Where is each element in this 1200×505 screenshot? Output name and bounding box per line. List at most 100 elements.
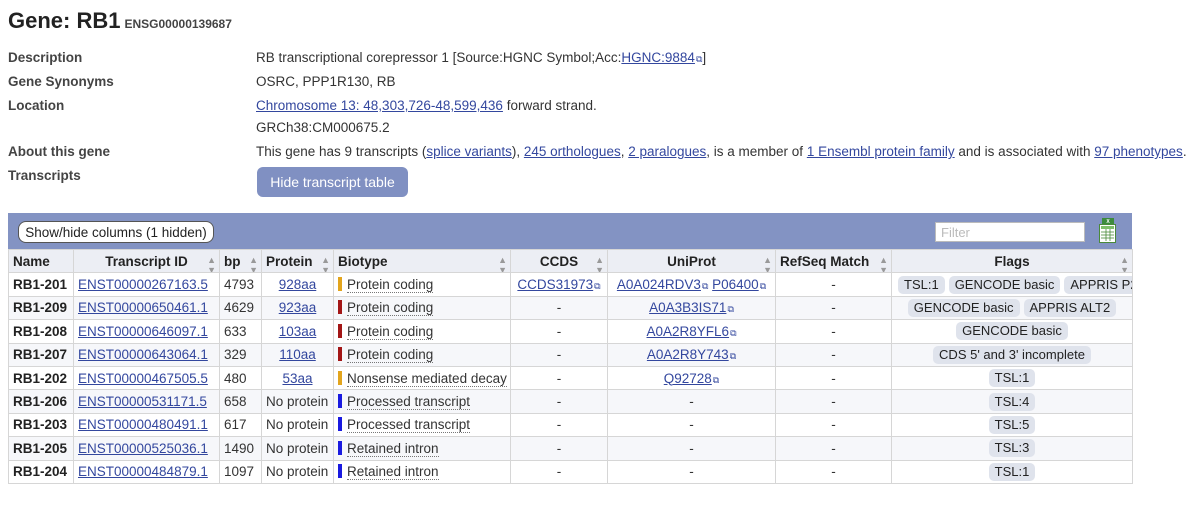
transcript-id-link[interactable]: ENST00000484879.1 xyxy=(78,464,208,479)
transcript-id-link[interactable]: ENST00000531171.5 xyxy=(78,394,207,409)
uniprot-link[interactable]: Q92728 xyxy=(664,371,712,386)
refseq-value: - xyxy=(775,295,892,321)
sort-icon: ▲ ▼ xyxy=(207,255,216,273)
transcript-id-cell: ENST00000650461.1 xyxy=(73,295,220,321)
col-header-bp[interactable]: bp ▲ ▼ xyxy=(219,248,262,274)
paralogues-link[interactable]: 2 paralogues xyxy=(628,144,706,159)
sort-icon: ▲ ▼ xyxy=(595,255,604,273)
protein-link[interactable]: 928aa xyxy=(279,277,317,292)
uniprot-link[interactable]: A0A2R8Y743 xyxy=(647,347,729,362)
uniprot-link[interactable]: P06400 xyxy=(712,277,759,292)
uniprot-link[interactable]: A0A024RDV3 xyxy=(617,277,701,292)
transcripts-label: Transcripts xyxy=(8,168,81,183)
col-header-transcript-id[interactable]: Transcript ID ▲ ▼ xyxy=(73,248,220,274)
splice-variants-link[interactable]: splice variants xyxy=(426,144,512,159)
uniprot-value: - xyxy=(689,417,694,433)
ccds-value: - xyxy=(556,347,562,363)
biotype-cell: Retained intron xyxy=(333,436,511,461)
table-row: RB1-206 ENST00000531171.5 658 No protein Pro… xyxy=(8,389,1133,414)
uniprot-link[interactable]: A0A2R8YFL6 xyxy=(647,324,730,339)
ccds-value: - xyxy=(556,300,562,316)
flags-cell: GENCODE basic APPRIS ALT2 xyxy=(891,295,1133,321)
phenotypes-link[interactable]: 97 phenotypes xyxy=(1094,144,1183,159)
ccds-cell: - xyxy=(510,342,608,367)
protein-cell: 923aa xyxy=(261,295,334,321)
orthologues-link[interactable]: 245 orthologues xyxy=(524,144,621,159)
ccds-value: - xyxy=(556,464,562,480)
location-label: Location xyxy=(8,98,65,113)
table-row: RB1-208 ENST00000646097.1 633 103aa Protein … xyxy=(8,319,1133,344)
col-header-name[interactable]: Name xyxy=(8,248,74,274)
transcript-id-link[interactable]: ENST00000480491.1 xyxy=(78,417,208,432)
protein-link[interactable]: 923aa xyxy=(279,300,317,315)
uniprot-cell: - xyxy=(607,412,776,438)
protein-cell: 53aa xyxy=(261,365,334,391)
protein-cell: 103aa xyxy=(261,319,334,344)
uniprot-link[interactable]: A0A3B3IS71 xyxy=(649,300,726,315)
ccds-cell: CCDS31973⧉ xyxy=(510,272,608,297)
external-link-icon: ⧉ xyxy=(730,327,737,338)
ccds-value: - xyxy=(556,440,562,456)
transcript-id-link[interactable]: ENST00000650461.1 xyxy=(78,300,208,315)
sort-icon: ▲ ▼ xyxy=(321,255,330,273)
about-text: and is associated with xyxy=(954,144,1095,159)
transcript-name: RB1-204 xyxy=(8,459,74,484)
col-header-biotype[interactable]: Biotype ▲ ▼ xyxy=(333,248,511,274)
table-row: RB1-204 ENST00000484879.1 1097 No protein Re… xyxy=(8,459,1133,484)
refseq-value: - xyxy=(775,342,892,367)
uniprot-value: - xyxy=(689,464,694,480)
flags-cell: CDS 5' and 3' incomplete xyxy=(891,342,1133,367)
transcript-id-link[interactable]: ENST00000646097.1 xyxy=(78,324,208,339)
refseq-value: - xyxy=(775,459,892,484)
transcript-name: RB1-202 xyxy=(8,365,74,391)
biotype-cell: Processed transcript xyxy=(333,389,511,414)
gene-id: ENSG00000139687 xyxy=(124,17,232,31)
transcript-id-link[interactable]: ENST00000643064.1 xyxy=(78,347,208,362)
table-row: RB1-203 ENST00000480491.1 617 No protein Pro… xyxy=(8,412,1133,438)
transcript-name: RB1-203 xyxy=(8,412,74,438)
flag-badge: TSL:1 xyxy=(898,275,945,294)
ccds-link[interactable]: CCDS31973 xyxy=(517,277,593,292)
col-header-label: bp xyxy=(224,253,241,269)
uniprot-cell: - xyxy=(607,389,776,414)
col-header-ccds[interactable]: CCDS ▲ ▼ xyxy=(510,248,608,274)
show-hide-columns-button[interactable]: Show/hide columns (1 hidden) xyxy=(18,221,214,243)
flag-badge: GENCODE basic xyxy=(907,298,1020,317)
uniprot-cell: - xyxy=(607,436,776,461)
flags-cell: TSL:1 xyxy=(891,459,1133,484)
transcript-id-link[interactable]: ENST00000267163.5 xyxy=(78,277,208,292)
flag-badge: TSL:1 xyxy=(988,462,1036,481)
assembly-value: GRCh38:CM000675.2 xyxy=(256,120,390,135)
hide-transcript-table-button[interactable]: Hide transcript table xyxy=(257,167,408,197)
ccds-cell: - xyxy=(510,295,608,321)
ccds-value: - xyxy=(556,417,562,433)
protein-link[interactable]: 103aa xyxy=(279,324,317,339)
protein-family-link[interactable]: 1 Ensembl protein family xyxy=(807,144,955,159)
uniprot-cell: Q92728⧉ xyxy=(607,365,776,391)
biotype-label: Retained intron xyxy=(347,440,439,457)
col-header-refseq[interactable]: RefSeq Match ▲ ▼ xyxy=(775,248,892,274)
transcript-id-link[interactable]: ENST00000467505.5 xyxy=(78,371,208,386)
biotype-color-bar xyxy=(338,464,342,479)
col-header-protein[interactable]: Protein ▲ ▼ xyxy=(261,248,334,274)
protein-cell: No protein xyxy=(261,436,334,461)
transcript-id-link[interactable]: ENST00000525036.1 xyxy=(78,441,208,456)
flag-badge: TSL:1 xyxy=(988,369,1036,388)
filter-input[interactable] xyxy=(935,222,1085,242)
about-text: ), xyxy=(511,144,524,159)
protein-link[interactable]: 53aa xyxy=(282,371,312,386)
flag-badge: GENCODE basic xyxy=(948,275,1061,294)
col-header-label: Name xyxy=(13,253,50,269)
hgnc-link[interactable]: HGNC:9884 xyxy=(621,50,695,65)
synonyms-label: Gene Synonyms xyxy=(8,74,114,89)
col-header-uniprot[interactable]: UniProt ▲ ▼ xyxy=(607,248,776,274)
biotype-color-bar xyxy=(338,323,342,338)
sort-icon: ▲ ▼ xyxy=(879,255,888,273)
col-header-flags[interactable]: Flags ▲ ▼ xyxy=(891,248,1133,274)
transcript-id-cell: ENST00000646097.1 xyxy=(73,319,220,344)
table-toolbar: Show/hide columns (1 hidden) X xyxy=(8,213,1132,249)
protein-link[interactable]: 110aa xyxy=(279,347,316,362)
chromosome-link[interactable]: Chromosome 13: 48,303,726-48,599,436 xyxy=(256,98,503,113)
spreadsheet-export-icon[interactable]: X xyxy=(1099,218,1117,243)
table-row: RB1-205 ENST00000525036.1 1490 No protein Re… xyxy=(8,436,1133,461)
